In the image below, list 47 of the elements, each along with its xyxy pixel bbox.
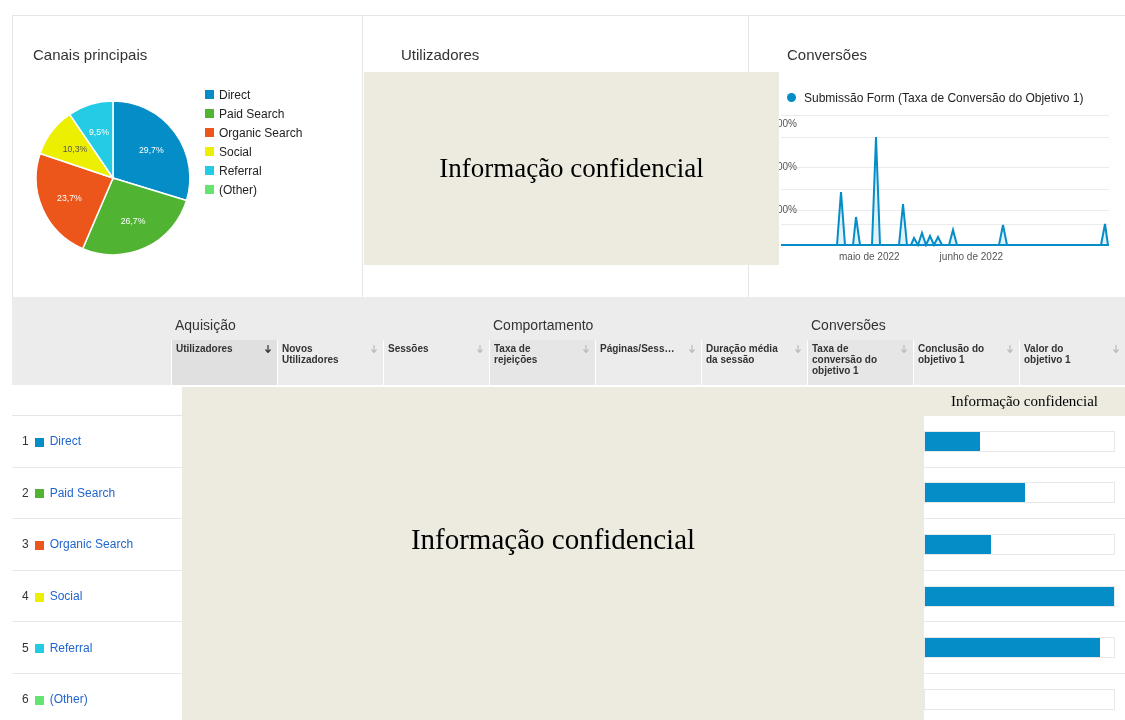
channel-link[interactable]: Organic Search bbox=[49, 535, 134, 554]
legend-label: Paid Search bbox=[219, 105, 285, 122]
legend-label: Organic Search bbox=[219, 124, 303, 141]
row-number: 1 bbox=[22, 433, 29, 451]
panel-title: Canais principais bbox=[33, 45, 149, 65]
channel-link[interactable]: (Other) bbox=[49, 690, 88, 709]
legend-label: (Other) bbox=[219, 181, 257, 198]
sort-arrow-icon bbox=[901, 345, 907, 353]
sort-arrow-icon bbox=[477, 345, 483, 353]
slice-label: 23,7% bbox=[57, 192, 82, 202]
row-number: 2 bbox=[22, 484, 29, 502]
x-axis-label: maio de 2022 bbox=[839, 249, 900, 264]
slice-label: 10,3% bbox=[62, 143, 88, 154]
redaction-box: Informação confidencial bbox=[924, 387, 1125, 416]
column-header[interactable]: Taxa de rejeições bbox=[489, 340, 595, 385]
slice-label: 26,7% bbox=[120, 215, 146, 226]
sort-arrow-icon bbox=[1007, 345, 1013, 353]
channel-link[interactable]: Paid Search bbox=[49, 483, 116, 502]
column-group-header: Comportamento bbox=[492, 316, 595, 335]
legend-label: Submissão Form (Taxa de Conversão do Objetivo 1) bbox=[804, 89, 1084, 107]
panel-title: Conversões bbox=[787, 45, 869, 65]
sort-arrow-icon bbox=[1113, 345, 1119, 353]
sort-arrow-icon bbox=[265, 345, 271, 353]
x-axis-label: junho de 2022 bbox=[939, 249, 1003, 264]
sort-arrow-icon bbox=[795, 345, 801, 353]
legend-label: Direct bbox=[219, 86, 251, 103]
channel-link[interactable]: Direct bbox=[49, 432, 82, 451]
slice-label: 9,5% bbox=[89, 127, 109, 137]
column-header[interactable]: Utilizadores bbox=[171, 340, 277, 385]
panel-title: Utilizadores bbox=[401, 45, 481, 65]
row-number: 4 bbox=[22, 588, 29, 606]
legend-label: Social bbox=[219, 143, 252, 160]
legend-label: Referral bbox=[219, 162, 262, 179]
row-number: 5 bbox=[22, 639, 29, 657]
channel-link[interactable]: Social bbox=[49, 587, 83, 606]
sort-arrow-icon bbox=[371, 345, 377, 353]
column-group-header: Aquisição bbox=[174, 316, 237, 335]
redaction-box: Informação confidencial bbox=[182, 387, 924, 720]
redaction-box: Informação confidencial bbox=[364, 72, 779, 265]
sort-arrow-icon bbox=[583, 345, 589, 353]
slice-label: 29,7% bbox=[139, 144, 164, 155]
column-header[interactable]: Taxa de conversão do objetivo 1 bbox=[807, 340, 913, 385]
sort-arrow-icon bbox=[689, 345, 695, 353]
row-number: 3 bbox=[22, 536, 29, 554]
column-group-header: Conversões bbox=[810, 316, 887, 335]
channel-link[interactable]: Referral bbox=[49, 638, 93, 657]
row-number: 6 bbox=[22, 691, 29, 709]
